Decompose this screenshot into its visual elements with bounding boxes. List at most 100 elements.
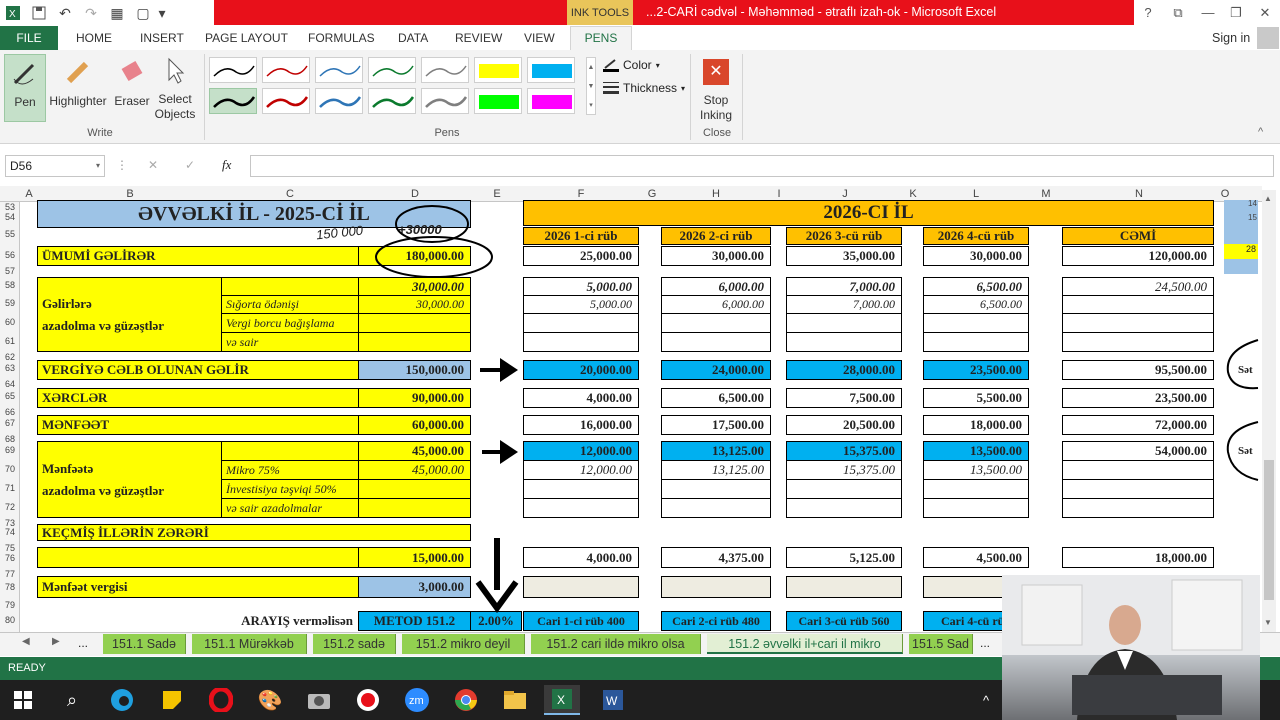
- pen-swatch-2[interactable]: [315, 57, 363, 83]
- search-icon[interactable]: ⌕: [54, 685, 90, 715]
- file-explorer-icon[interactable]: [497, 685, 533, 715]
- vertical-scrollbar[interactable]: ▲ ▼: [1262, 190, 1276, 632]
- formula-input[interactable]: [250, 155, 1274, 177]
- divider: [690, 54, 691, 140]
- cancel-icon[interactable]: ✕: [148, 158, 158, 172]
- sheet-tab-1511-sade[interactable]: 151.1 Sadə: [103, 634, 186, 654]
- calculator-icon[interactable]: ▦: [104, 1, 130, 25]
- tab-review[interactable]: REVIEW: [455, 26, 502, 50]
- gallery-scroll[interactable]: ▲ ▼ ▾: [586, 57, 596, 115]
- pen-swatch-7[interactable]: [209, 88, 257, 114]
- svg-text:X: X: [9, 9, 16, 20]
- word-taskbar-icon[interactable]: W: [595, 685, 631, 715]
- tab-formulas[interactable]: FORMULAS: [308, 26, 375, 50]
- sheet-tab-more-left[interactable]: ...: [78, 636, 88, 650]
- redo-icon[interactable]: ↷: [78, 1, 104, 25]
- help-icon[interactable]: ?: [1133, 0, 1163, 25]
- sheet-tab-1512-cari-mikro[interactable]: 151.2 cari ildə mikro olsa: [531, 634, 701, 654]
- opera-icon[interactable]: [203, 685, 239, 715]
- name-box-value: D56: [10, 159, 33, 173]
- chrome-icon[interactable]: [448, 685, 484, 715]
- pen-swatch-5[interactable]: [474, 57, 522, 83]
- thickness-button[interactable]: Thickness ▾: [603, 80, 685, 96]
- cursor-arrow-icon: [161, 56, 189, 84]
- tab-home[interactable]: HOME: [76, 26, 112, 50]
- undo-icon[interactable]: ↶: [52, 1, 78, 25]
- divider: [742, 54, 743, 140]
- avatar[interactable]: [1257, 27, 1279, 49]
- sheet-tab-1512-mikro-deyil[interactable]: 151.2 mikro deyil: [402, 634, 525, 654]
- zoom-icon[interactable]: zm: [399, 685, 435, 715]
- sticky-notes-icon[interactable]: [154, 685, 190, 715]
- pen-tool-button[interactable]: Pen: [4, 54, 46, 122]
- highlighter-label: Highlighter: [49, 94, 107, 108]
- prev-sheet-icon[interactable]: ◀: [22, 636, 30, 647]
- pen-swatch-4[interactable]: [421, 57, 469, 83]
- objects-label: Objects: [154, 107, 196, 121]
- windows-start-icon[interactable]: [5, 685, 41, 715]
- pen-swatch-9[interactable]: [315, 88, 363, 114]
- eraser-label: Eraser: [114, 94, 150, 108]
- quick-access-toolbar: X ↶ ↷ ▦ ▢ ▾: [0, 0, 168, 26]
- sheet-tab-1511-murekkeb[interactable]: 151.1 Mürəkkəb: [192, 634, 307, 654]
- divider: [204, 54, 205, 140]
- eraser-button[interactable]: Eraser: [111, 54, 153, 122]
- camera-icon[interactable]: [301, 685, 337, 715]
- color-button[interactable]: Color ▾: [603, 57, 660, 73]
- eraser-icon: [118, 58, 146, 86]
- tab-data[interactable]: DATA: [398, 26, 428, 50]
- insert-function-icon[interactable]: fx: [222, 157, 231, 173]
- excel-taskbar-icon[interactable]: X: [544, 685, 580, 715]
- pen-swatch-0[interactable]: [209, 57, 257, 83]
- stop-inking-button[interactable]: ✕ Stop Inking: [694, 57, 738, 123]
- pen-color-icon: [603, 59, 619, 72]
- sheet-tab-1512-sade[interactable]: 151.2 sadə: [313, 634, 396, 654]
- tray-chevron-icon[interactable]: ^: [968, 685, 1004, 715]
- next-sheet-icon[interactable]: ▶: [52, 636, 60, 647]
- sign-in-link[interactable]: Sign in: [1212, 26, 1250, 50]
- scroll-up-icon[interactable]: ▲: [1264, 194, 1272, 203]
- scroll-down-icon[interactable]: ▼: [1264, 618, 1272, 627]
- scroll-thumb[interactable]: [1264, 460, 1274, 600]
- stop-icon: ✕: [703, 59, 729, 85]
- new-document-icon[interactable]: ▢: [130, 1, 156, 25]
- highlighter-button[interactable]: Highlighter: [47, 54, 109, 122]
- tab-page-layout[interactable]: PAGE LAYOUT: [205, 26, 288, 50]
- enter-icon[interactable]: ✓: [185, 158, 195, 172]
- edge-browser-icon[interactable]: [104, 685, 140, 715]
- tab-insert[interactable]: INSERT: [140, 26, 184, 50]
- pen-swatch-1[interactable]: [262, 57, 310, 83]
- tab-file[interactable]: FILE: [0, 26, 58, 50]
- pen-icon: [11, 59, 39, 87]
- pen-swatch-8[interactable]: [262, 88, 310, 114]
- collapse-ribbon-icon[interactable]: ^: [1258, 126, 1263, 138]
- name-box[interactable]: D56 ▾: [5, 155, 105, 177]
- paint-icon[interactable]: 🎨: [252, 685, 288, 715]
- minimize-icon[interactable]: —: [1193, 0, 1223, 25]
- tab-view[interactable]: VIEW: [524, 26, 555, 50]
- pens-group-label: Pens: [434, 127, 460, 139]
- pen-swatch-6[interactable]: [527, 57, 575, 83]
- tab-pens[interactable]: PENS: [570, 26, 632, 51]
- pen-swatch-10[interactable]: [368, 88, 416, 114]
- customize-qat-icon[interactable]: ▾: [156, 1, 168, 25]
- record-icon[interactable]: [350, 685, 386, 715]
- excel-logo-icon: X: [0, 1, 26, 25]
- pen-swatch-3[interactable]: [368, 57, 416, 83]
- sheet-tab-1512-evvelki-cari-active[interactable]: 151.2 əvvəlki il+cari il mikro: [707, 634, 903, 654]
- save-icon[interactable]: [26, 1, 52, 25]
- sheet-tab-more-right[interactable]: ...: [980, 636, 990, 650]
- restore-icon[interactable]: ❐: [1221, 0, 1251, 25]
- close-icon[interactable]: ✕: [1250, 0, 1280, 25]
- ink-tools-label: INK TOOLS: [567, 0, 633, 25]
- sheet-tab-1515-sad[interactable]: 151.5 Sad: [909, 634, 973, 654]
- thickness-label: Thickness: [623, 81, 678, 95]
- pen-swatch-11[interactable]: [421, 88, 469, 114]
- pen-swatch-13[interactable]: [527, 88, 575, 114]
- select-objects-button[interactable]: Select Objects: [153, 54, 197, 122]
- ribbon-display-icon[interactable]: ⧉: [1163, 0, 1193, 25]
- write-group-label: Write: [87, 127, 113, 139]
- pen-swatch-12[interactable]: [474, 88, 522, 114]
- thickness-icon: [603, 82, 619, 94]
- presenter-video: [1002, 575, 1260, 720]
